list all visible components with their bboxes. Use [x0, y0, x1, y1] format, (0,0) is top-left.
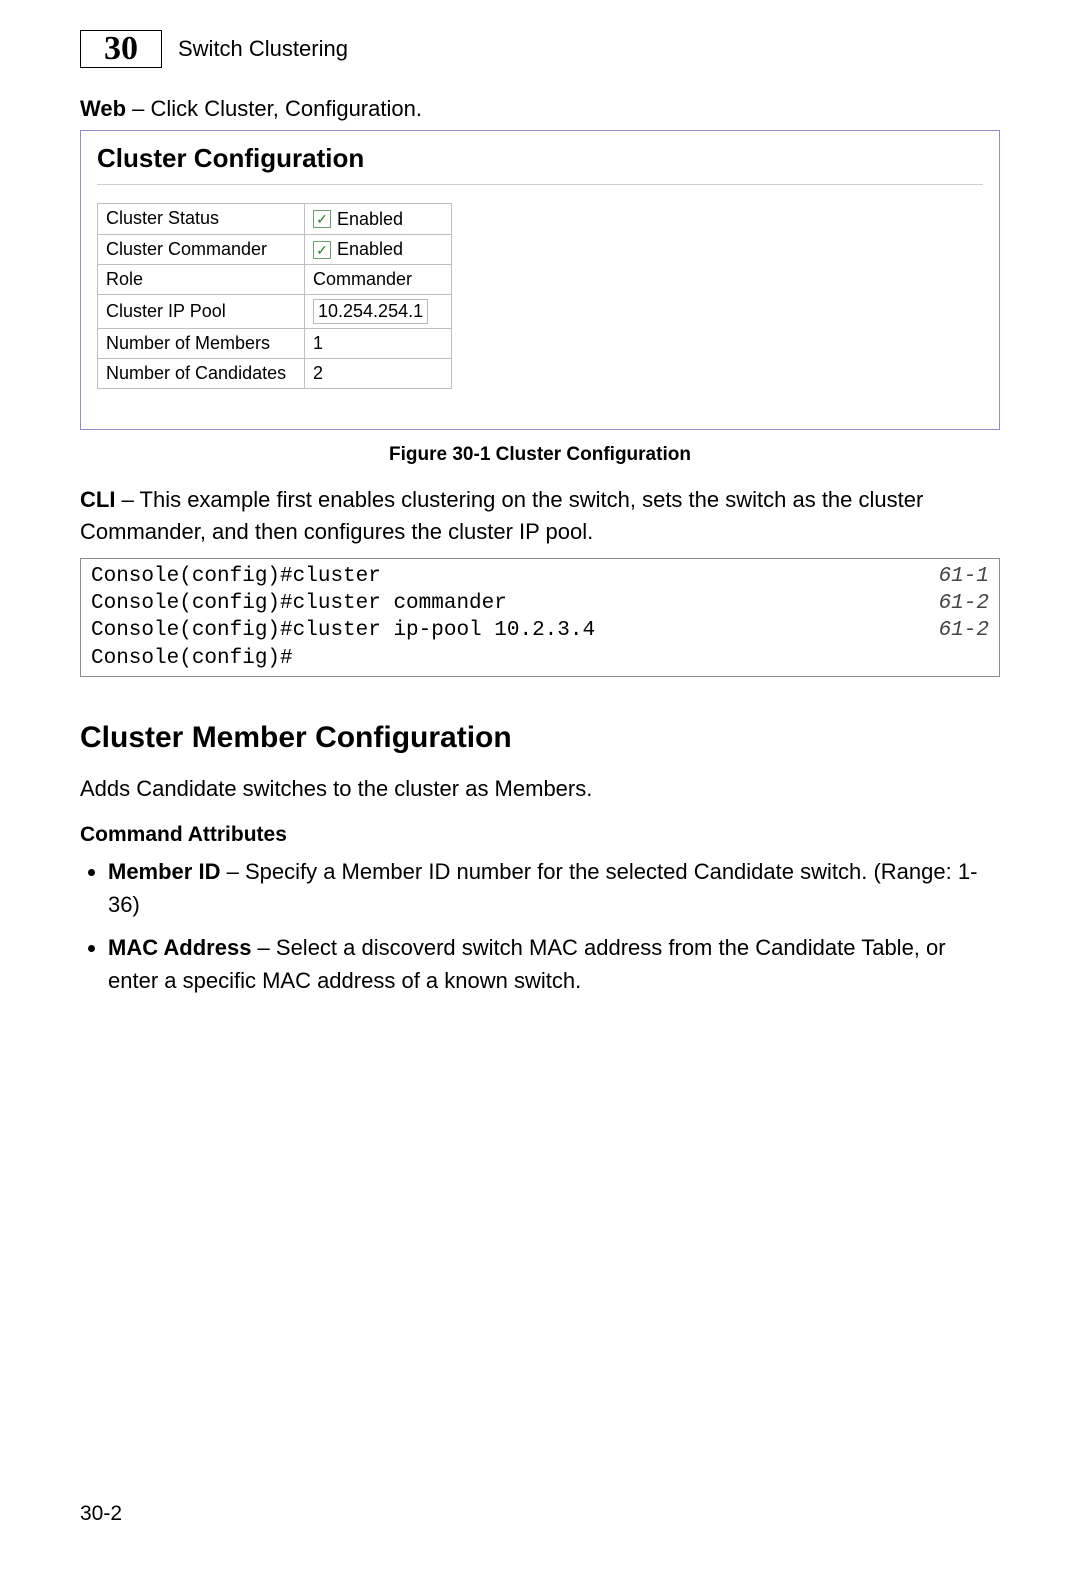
ip-pool-label: Cluster IP Pool	[98, 295, 305, 329]
command-attributes-heading: Command Attributes	[80, 823, 1000, 847]
checkbox-icon[interactable]: ✓	[313, 241, 331, 259]
table-row: Cluster Commander ✓ Enabled	[98, 234, 452, 265]
cluster-commander-value: ✓ Enabled	[305, 234, 452, 265]
table-row: Number of Candidates 2	[98, 359, 452, 389]
ip-pool-value-cell: 10.254.254.1	[305, 295, 452, 329]
chapter-number-badge: 30	[80, 30, 162, 68]
cli-label: CLI	[80, 487, 115, 512]
page-number: 30-2	[80, 1502, 122, 1526]
role-value: Commander	[305, 265, 452, 295]
candidates-value: 2	[305, 359, 452, 389]
section-intro: Adds Candidate switches to the cluster a…	[80, 773, 1000, 805]
attr-desc: – Specify a Member ID number for the sel…	[108, 859, 977, 917]
section-heading: Cluster Member Configuration	[80, 721, 1000, 755]
attr-term: MAC Address	[108, 935, 251, 960]
table-row: Role Commander	[98, 265, 452, 295]
code-line: Console(config)#cluster commander 61-2	[91, 590, 989, 617]
table-row: Cluster IP Pool 10.254.254.1	[98, 295, 452, 329]
figure-caption: Figure 30-1 Cluster Configuration	[80, 444, 1000, 466]
cli-text: – This example first enables clustering …	[80, 487, 923, 544]
checkbox-icon[interactable]: ✓	[313, 210, 331, 228]
code-ref: 61-2	[919, 590, 989, 617]
table-row: Cluster Status ✓ Enabled	[98, 204, 452, 235]
figure-panel-title: Cluster Configuration	[97, 143, 983, 174]
attr-term: Member ID	[108, 859, 220, 884]
divider	[97, 184, 983, 185]
list-item: Member ID – Specify a Member ID number f…	[108, 855, 1000, 921]
cluster-status-enabled-text: Enabled	[337, 209, 403, 230]
cluster-config-table: Cluster Status ✓ Enabled Cluster Command…	[97, 203, 452, 389]
cli-code-block: Console(config)#cluster 61-1 Console(con…	[80, 558, 1000, 677]
table-row: Number of Members 1	[98, 329, 452, 359]
cluster-status-label: Cluster Status	[98, 204, 305, 235]
code-line: Console(config)#	[91, 645, 989, 672]
code-ref: 61-2	[919, 617, 989, 644]
code-cmd: Console(config)#cluster	[91, 563, 381, 590]
web-instruction: Web – Click Cluster, Configuration.	[80, 96, 1000, 122]
chapter-header: 30 Switch Clustering	[80, 30, 1000, 68]
ip-pool-input[interactable]: 10.254.254.1	[313, 299, 428, 324]
code-ref	[969, 645, 989, 672]
command-attributes-list: Member ID – Specify a Member ID number f…	[80, 855, 1000, 997]
list-item: MAC Address – Select a discoverd switch …	[108, 931, 1000, 997]
code-line: Console(config)#cluster ip-pool 10.2.3.4…	[91, 617, 989, 644]
code-cmd: Console(config)#	[91, 645, 293, 672]
chapter-title: Switch Clustering	[178, 36, 348, 62]
candidates-label: Number of Candidates	[98, 359, 305, 389]
cluster-status-value: ✓ Enabled	[305, 204, 452, 235]
code-cmd: Console(config)#cluster commander	[91, 590, 507, 617]
figure-panel: Cluster Configuration Cluster Status ✓ E…	[80, 130, 1000, 430]
cluster-commander-label: Cluster Commander	[98, 234, 305, 265]
code-ref: 61-1	[919, 563, 989, 590]
cli-instruction: CLI – This example first enables cluster…	[80, 484, 1000, 548]
role-label: Role	[98, 265, 305, 295]
web-text: – Click Cluster, Configuration.	[126, 96, 422, 121]
code-line: Console(config)#cluster 61-1	[91, 563, 989, 590]
web-label: Web	[80, 96, 126, 121]
code-cmd: Console(config)#cluster ip-pool 10.2.3.4	[91, 617, 595, 644]
members-value: 1	[305, 329, 452, 359]
cluster-commander-enabled-text: Enabled	[337, 239, 403, 260]
members-label: Number of Members	[98, 329, 305, 359]
